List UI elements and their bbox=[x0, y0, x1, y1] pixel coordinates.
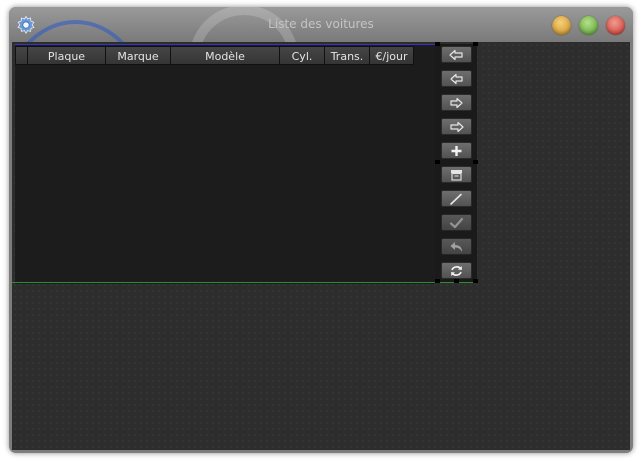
add-icon bbox=[451, 145, 462, 156]
column-header-modele[interactable]: Modèle bbox=[170, 46, 280, 65]
refresh-icon bbox=[451, 265, 462, 276]
column-header-cylindree[interactable]: Cyl. bbox=[279, 46, 325, 65]
resize-handle[interactable] bbox=[473, 279, 478, 283]
navigation-toolbar bbox=[435, 44, 477, 282]
next-button[interactable] bbox=[441, 94, 472, 111]
resize-handle[interactable] bbox=[435, 42, 440, 46]
table-bottom-divider bbox=[12, 282, 477, 283]
window: Liste des voitures Plaque Marque Modèle … bbox=[9, 7, 633, 453]
last-button[interactable] bbox=[441, 118, 472, 135]
close-button[interactable] bbox=[606, 16, 625, 35]
previous-icon bbox=[450, 73, 463, 84]
last-icon bbox=[450, 121, 464, 132]
delete-icon bbox=[451, 169, 462, 181]
maximize-button[interactable] bbox=[579, 16, 598, 35]
client-area: Plaque Marque Modèle Cyl. Trans. €/jour bbox=[12, 42, 630, 450]
confirm-button[interactable] bbox=[441, 214, 472, 231]
previous-button[interactable] bbox=[441, 70, 472, 87]
edit-icon bbox=[450, 193, 462, 205]
resize-handle[interactable] bbox=[435, 160, 440, 164]
refresh-button[interactable] bbox=[441, 262, 472, 279]
minimize-button[interactable] bbox=[552, 16, 571, 35]
table-header: Plaque Marque Modèle Cyl. Trans. €/jour bbox=[15, 46, 414, 65]
resize-handle[interactable] bbox=[473, 160, 478, 164]
resize-handle[interactable] bbox=[454, 279, 459, 283]
resize-handle[interactable] bbox=[473, 42, 478, 46]
delete-button[interactable] bbox=[441, 166, 472, 183]
cars-table[interactable]: Plaque Marque Modèle Cyl. Trans. €/jour bbox=[15, 44, 435, 284]
column-header-transmission[interactable]: Trans. bbox=[324, 46, 370, 65]
first-button[interactable] bbox=[441, 46, 472, 63]
next-icon bbox=[450, 97, 463, 108]
edit-button[interactable] bbox=[441, 190, 472, 207]
confirm-icon bbox=[449, 217, 464, 228]
column-header-plaque[interactable]: Plaque bbox=[27, 46, 106, 65]
add-button[interactable] bbox=[441, 142, 472, 159]
window-title: Liste des voitures bbox=[268, 17, 374, 31]
undo-button[interactable] bbox=[441, 238, 472, 255]
resize-handle[interactable] bbox=[435, 279, 440, 283]
first-icon bbox=[449, 49, 463, 60]
column-header-prix-jour[interactable]: €/jour bbox=[369, 46, 414, 65]
title-bar[interactable]: Liste des voitures bbox=[9, 7, 633, 42]
column-header-marque[interactable]: Marque bbox=[105, 46, 171, 65]
undo-icon bbox=[450, 241, 462, 252]
